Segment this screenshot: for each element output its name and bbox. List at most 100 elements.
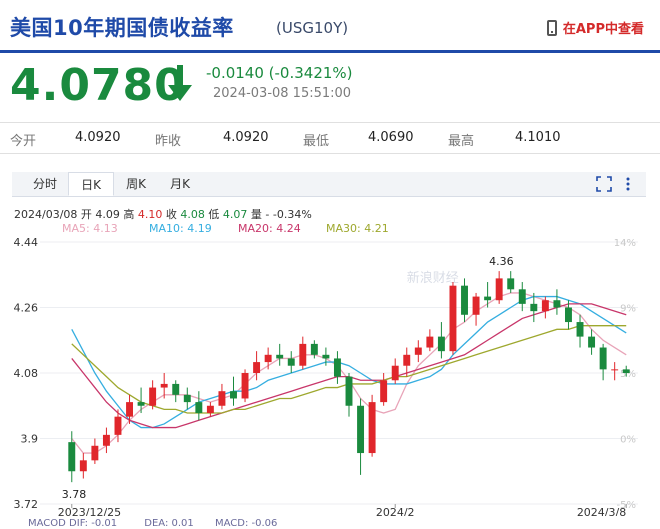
- price-annotation: 3.78: [62, 488, 87, 501]
- y-tick-right-label: 14%: [614, 238, 636, 249]
- macd-title: MACOD: [28, 518, 66, 529]
- y-tick-label: 4.08: [14, 367, 39, 380]
- tab-weekly-k[interactable]: 周K: [114, 172, 158, 196]
- stat-open-label: 今开: [10, 134, 37, 149]
- ohlc-date: 2024/03/08: [14, 208, 78, 221]
- y-tick-label: 3.9: [21, 433, 39, 446]
- candle-body: [137, 402, 145, 406]
- ohlc-readout: 2024/03/08 开 4.09 高 4.10 收 4.08 低 4.07 量…: [14, 206, 312, 222]
- ohlc-high-value: 4.10: [137, 208, 163, 221]
- candle-body: [91, 445, 99, 461]
- macd-value: MACD: -0.06: [214, 518, 278, 529]
- candle-body: [449, 285, 457, 352]
- candle-body: [576, 322, 584, 337]
- ohlc-open-label: 开: [80, 208, 92, 221]
- ohlc-low-label: 低: [208, 208, 220, 221]
- candle-body: [357, 405, 365, 454]
- tab-monthly-k[interactable]: 月K: [158, 172, 202, 196]
- y-tick-label: 4.44: [14, 236, 39, 249]
- stat-prev-close-label: 昨收: [155, 134, 182, 149]
- ohlc-low-value: 4.07: [222, 208, 248, 221]
- candlestick-chart[interactable]: 4.444.264.083.93.7214%9%5%0%-5%新浪财经4.363…: [0, 232, 660, 516]
- tab-intraday[interactable]: 分时: [22, 172, 68, 196]
- candle-body: [206, 405, 214, 414]
- x-tick-label: 2024/2: [376, 506, 415, 516]
- candle-body: [172, 383, 180, 395]
- candle-body: [287, 358, 295, 366]
- candle-body: [553, 300, 561, 308]
- candle-body: [183, 394, 191, 403]
- candle-body: [68, 442, 76, 472]
- ohlc-close-value: 4.08: [180, 208, 205, 221]
- candle-body: [333, 358, 341, 377]
- candle-body: [414, 347, 422, 355]
- candle-body: [126, 402, 133, 417]
- candle-body: [160, 383, 168, 388]
- candle-body: [611, 369, 619, 371]
- candle-body: [495, 278, 503, 301]
- candle-body: [541, 300, 549, 312]
- open-in-app-link[interactable]: 在APP中查看: [546, 18, 644, 37]
- candle-body: [518, 289, 526, 304]
- candle-body: [530, 303, 538, 312]
- ohlc-change-label: 量: [250, 208, 262, 221]
- ohlc-change-value: - -0.34%: [265, 208, 312, 221]
- x-tick-label: 2023/12/25: [58, 506, 121, 516]
- header-bar: 美国10年期国债收益率 (USG10Y) 在APP中查看: [0, 0, 660, 53]
- ohlc-open-value: 4.09: [95, 208, 120, 221]
- candle-body: [403, 354, 411, 366]
- ohlc-high-label: 高: [123, 208, 135, 221]
- candle-body: [484, 296, 492, 301]
- candle-body: [345, 376, 353, 406]
- stat-open-value: 4.0920: [75, 130, 121, 145]
- candle-body: [472, 296, 480, 315]
- stat-low-label: 最低: [303, 134, 330, 149]
- candle-body: [310, 343, 318, 355]
- candle-body: [426, 336, 434, 348]
- expand-icon[interactable]: [596, 176, 612, 192]
- x-tick-label: 2024/3/8: [577, 506, 626, 516]
- candle-body: [322, 354, 330, 359]
- page-title: 美国10年期国债收益率: [10, 16, 234, 40]
- current-price: 4.0780: [10, 60, 186, 111]
- candle-body: [241, 373, 249, 399]
- y-tick-right-label: 9%: [620, 304, 636, 315]
- tab-daily-k[interactable]: 日K: [68, 172, 114, 196]
- macd-dif: DIF: -0.01: [69, 518, 118, 529]
- candle-body: [195, 402, 203, 414]
- candle-body: [437, 336, 445, 352]
- macd-readout: MACOD DIF: -0.01 DEA: 0.01 MACD: -0.06: [28, 518, 277, 529]
- y-tick-right-label: 0%: [620, 435, 636, 446]
- candle-body: [391, 365, 399, 381]
- candle-body: [79, 460, 87, 472]
- stat-prev-close-value: 4.0920: [223, 130, 269, 145]
- candle-body: [588, 336, 596, 348]
- quote-datetime: 2024-03-08 15:51:00: [213, 86, 352, 101]
- candle-body: [149, 387, 157, 406]
- candle-body: [276, 354, 284, 359]
- candle-body: [599, 347, 607, 370]
- candle-body: [218, 391, 226, 406]
- more-vertical-icon[interactable]: [624, 176, 632, 192]
- watermark: 新浪财经: [407, 270, 459, 286]
- chart-tabs: 分时 日K 周K 月K: [12, 172, 646, 197]
- arrow-down-icon: [168, 65, 192, 101]
- candle-body: [114, 416, 122, 435]
- candle-body: [299, 343, 307, 366]
- candle-body: [461, 285, 468, 315]
- ohlc-close-label: 收: [165, 208, 177, 221]
- open-in-app-label: 在APP中查看: [562, 22, 644, 37]
- candle-body: [622, 369, 630, 373]
- macd-dea: DEA: 0.01: [144, 518, 194, 529]
- price-change: -0.0140 (-0.3421%): [206, 64, 353, 82]
- candle-body: [368, 402, 376, 454]
- candle-body: [253, 362, 261, 373]
- stat-low-value: 4.0690: [368, 130, 414, 145]
- candle-body: [565, 307, 572, 323]
- stat-high-label: 最高: [448, 134, 475, 149]
- ticker-code: (USG10Y): [276, 19, 349, 37]
- price-annotation: 4.36: [489, 255, 514, 268]
- stat-high-value: 4.1010: [515, 130, 561, 145]
- candle-body: [230, 391, 237, 399]
- candle-body: [507, 278, 515, 290]
